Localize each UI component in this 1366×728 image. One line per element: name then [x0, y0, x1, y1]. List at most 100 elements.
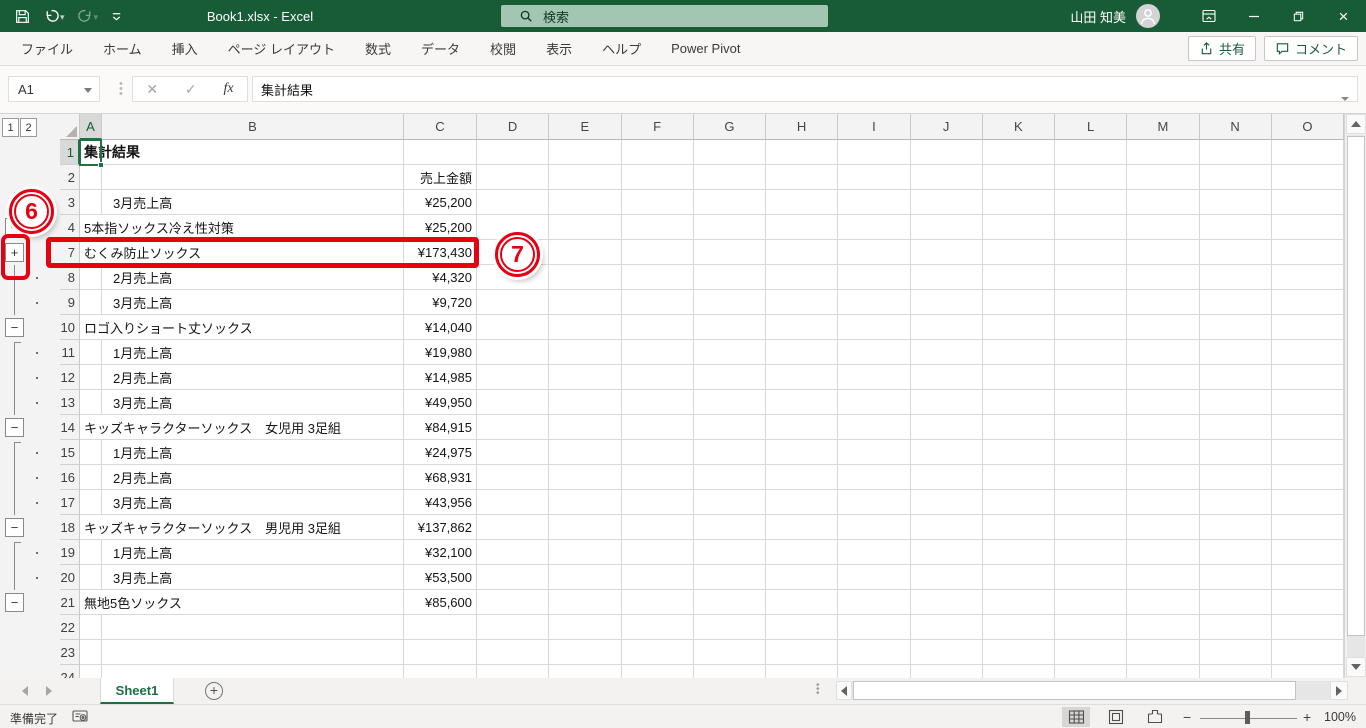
cell-I2[interactable]	[838, 165, 911, 190]
cell-H7[interactable]	[766, 240, 839, 265]
cell-I24[interactable]	[838, 665, 911, 678]
cell-M2[interactable]	[1127, 165, 1200, 190]
cell-J14[interactable]	[910, 415, 983, 440]
cell-H21[interactable]	[766, 590, 839, 615]
cell-D21[interactable]	[477, 590, 550, 615]
cell-B9[interactable]: 3月売上高	[102, 290, 404, 315]
cell-K4[interactable]	[982, 215, 1055, 240]
cell-O3[interactable]	[1271, 190, 1344, 215]
row-header-15[interactable]: 15	[60, 440, 80, 465]
cell-J2[interactable]	[910, 165, 983, 190]
cell-M3[interactable]	[1127, 190, 1200, 215]
cell-C2[interactable]: 売上金額	[404, 165, 477, 190]
cell-J20[interactable]	[910, 565, 983, 590]
cell-F21[interactable]	[621, 590, 694, 615]
cell-N22[interactable]	[1199, 615, 1272, 640]
cell-A20[interactable]	[80, 565, 102, 590]
cell-D15[interactable]	[477, 440, 550, 465]
cell-K19[interactable]	[982, 540, 1055, 565]
collapse-group-button-row-14[interactable]: −	[5, 418, 24, 437]
cell-C16[interactable]: ¥68,931	[404, 465, 477, 490]
cell-H1[interactable]	[766, 140, 839, 165]
row-header-2[interactable]: 2	[60, 165, 80, 190]
cell-M12[interactable]	[1127, 365, 1200, 390]
cell-F14[interactable]	[621, 415, 694, 440]
cell-I7[interactable]	[838, 240, 911, 265]
cell-C19[interactable]: ¥32,100	[404, 540, 477, 565]
cell-L17[interactable]	[1055, 490, 1128, 515]
cell-A9[interactable]	[80, 290, 102, 315]
cell-E17[interactable]	[549, 490, 622, 515]
cell-M11[interactable]	[1127, 340, 1200, 365]
close-button[interactable]: ×	[1321, 0, 1366, 32]
cell-L9[interactable]	[1055, 290, 1128, 315]
cell-C15[interactable]: ¥24,975	[404, 440, 477, 465]
cell-E11[interactable]	[549, 340, 622, 365]
cell-M10[interactable]	[1127, 315, 1200, 340]
cell-O21[interactable]	[1271, 590, 1344, 615]
formula-bar-expand-icon[interactable]	[1341, 97, 1349, 101]
cell-L11[interactable]	[1055, 340, 1128, 365]
column-header-E[interactable]: E	[549, 114, 622, 140]
cell-D24[interactable]	[477, 665, 550, 678]
cell-I23[interactable]	[838, 640, 911, 665]
cell-D22[interactable]	[477, 615, 550, 640]
cell-J1[interactable]	[910, 140, 983, 165]
cell-F22[interactable]	[621, 615, 694, 640]
cell-B17[interactable]: 3月売上高	[102, 490, 404, 515]
cell-O12[interactable]	[1271, 365, 1344, 390]
cell-J9[interactable]	[910, 290, 983, 315]
cell-J18[interactable]	[910, 515, 983, 540]
cell-N21[interactable]	[1199, 590, 1272, 615]
ribbon-tab-10[interactable]: Power Pivot	[656, 32, 755, 66]
insert-function-button[interactable]: fx	[223, 81, 233, 97]
cell-K8[interactable]	[982, 265, 1055, 290]
ribbon-tab-4[interactable]: ページ レイアウト	[213, 32, 350, 66]
row-header-10[interactable]: 10	[60, 315, 80, 340]
cell-J3[interactable]	[910, 190, 983, 215]
cancel-button[interactable]: ✕	[146, 81, 158, 98]
cell-M15[interactable]	[1127, 440, 1200, 465]
cell-O7[interactable]	[1271, 240, 1344, 265]
name-box[interactable]: A1	[8, 76, 100, 102]
cell-F17[interactable]	[621, 490, 694, 515]
cell-E13[interactable]	[549, 390, 622, 415]
cell-M7[interactable]	[1127, 240, 1200, 265]
cell-A13[interactable]	[80, 390, 102, 415]
row-header-14[interactable]: 14	[60, 415, 80, 440]
cell-A14[interactable]: キッズキャラクターソックス 女児用 3足組	[80, 415, 341, 440]
cell-L15[interactable]	[1055, 440, 1128, 465]
ribbon-tab-1[interactable]: ファイル	[6, 32, 88, 66]
horizontal-scrollbar-thumb[interactable]	[853, 681, 1296, 700]
cell-O9[interactable]	[1271, 290, 1344, 315]
cell-C12[interactable]: ¥14,985	[404, 365, 477, 390]
cell-A21[interactable]: 無地5色ソックス	[80, 590, 182, 615]
cell-L13[interactable]	[1055, 390, 1128, 415]
search-input[interactable]: 検索	[501, 5, 828, 27]
tab-bar-resize-handle[interactable]: • • •	[816, 681, 820, 699]
ribbon-display-options-button[interactable]	[1186, 0, 1231, 32]
cell-I11[interactable]	[838, 340, 911, 365]
cell-L21[interactable]	[1055, 590, 1128, 615]
cell-F4[interactable]	[621, 215, 694, 240]
row-header-20[interactable]: 20	[60, 565, 80, 590]
cell-N23[interactable]	[1199, 640, 1272, 665]
comments-button[interactable]: コメント	[1263, 36, 1358, 61]
cell-J12[interactable]	[910, 365, 983, 390]
cell-H22[interactable]	[766, 615, 839, 640]
cell-E18[interactable]	[549, 515, 622, 540]
collapse-group-button-row-21[interactable]: −	[5, 593, 24, 612]
cell-N9[interactable]	[1199, 290, 1272, 315]
cell-E1[interactable]	[549, 140, 622, 165]
cell-E14[interactable]	[549, 415, 622, 440]
cell-L14[interactable]	[1055, 415, 1128, 440]
cell-D1[interactable]	[477, 140, 550, 165]
cell-M13[interactable]	[1127, 390, 1200, 415]
cell-M22[interactable]	[1127, 615, 1200, 640]
cell-H3[interactable]	[766, 190, 839, 215]
cell-C3[interactable]: ¥25,200	[404, 190, 477, 215]
cell-H23[interactable]	[766, 640, 839, 665]
name-box-dropdown-icon[interactable]	[84, 88, 92, 93]
vertical-scrollbar[interactable]	[1344, 114, 1366, 678]
cell-F2[interactable]	[621, 165, 694, 190]
